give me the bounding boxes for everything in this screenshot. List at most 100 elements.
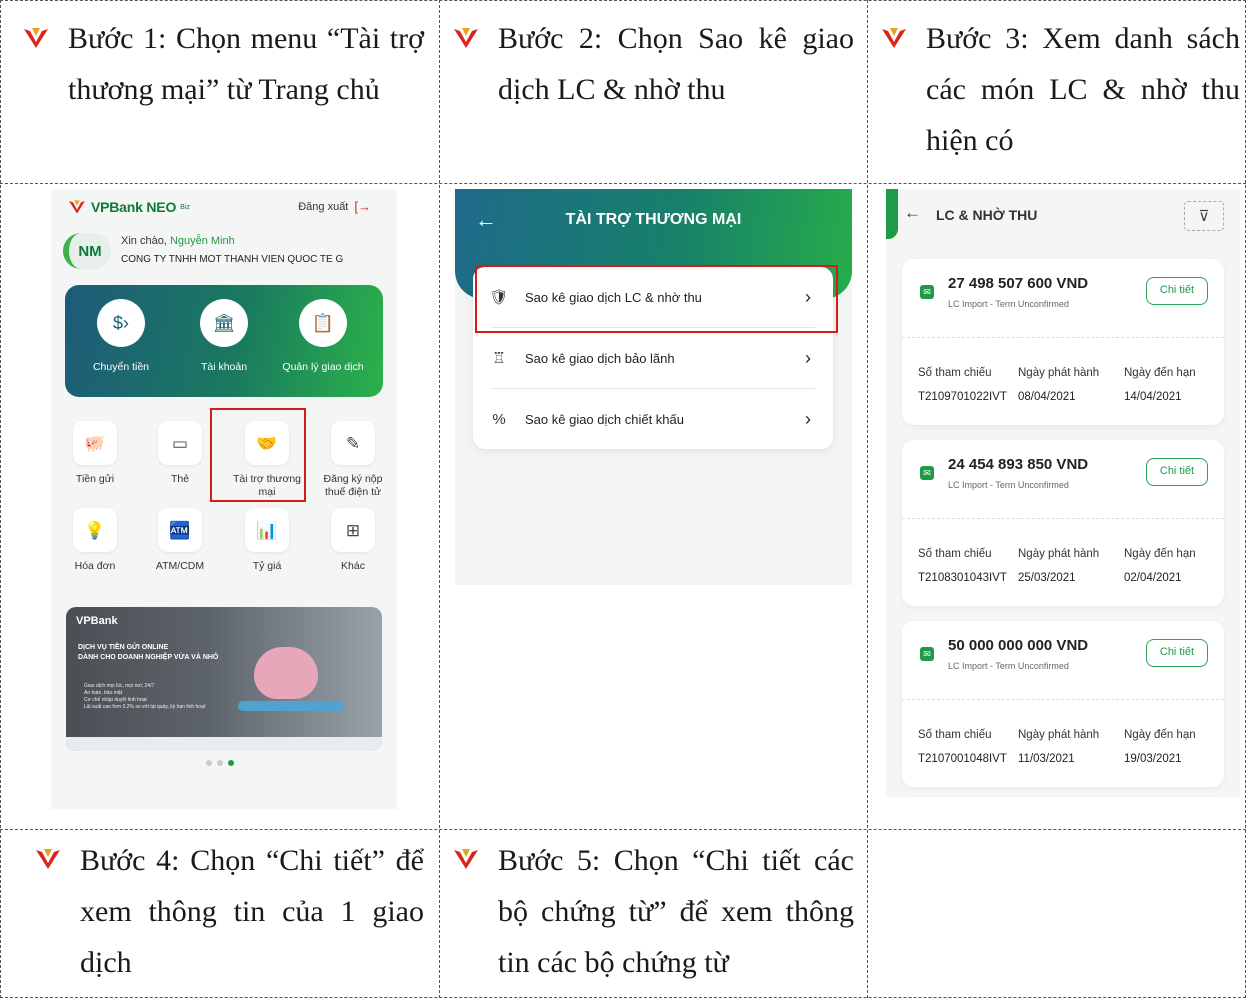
status-text: LC Import - Term Unconfirmed <box>948 299 1069 309</box>
page-title: LC & NHỜ THU <box>936 207 1038 223</box>
bill-label: Hóa đơn <box>74 560 116 572</box>
trade-finance-highlight <box>210 408 306 502</box>
other-label: Khác <box>341 560 365 572</box>
list-item[interactable]: ✉ 24 454 893 850 VND LC Import - Term Un… <box>902 440 1224 606</box>
vpbank-mark-icon <box>36 849 60 869</box>
menu-item-guarantee[interactable]: ♖ Sao kê giao dịch bảo lãnh › <box>473 328 833 388</box>
banner-point: Cơ chế nhập duyệt linh hoạt <box>84 697 147 703</box>
avatar[interactable]: NM <box>63 233 111 269</box>
lc-collection-highlight <box>475 265 838 333</box>
table-border-left <box>0 0 1 998</box>
banner-point: Giao dịch mọi lúc, mọi nơi, 24/7 <box>84 683 155 689</box>
transaction-management-button[interactable]: 📋 Quản lý giao dịch <box>273 299 373 373</box>
menu-item-discount[interactable]: % Sao kê giao dịch chiết khấu › <box>473 389 833 449</box>
clipboard-clock-icon: 📋 <box>299 299 347 347</box>
card-label: Thẻ <box>170 473 190 485</box>
reference-number: T2108301043IVT <box>918 572 1007 584</box>
transfer-button[interactable]: $› Chuyển tiền <box>71 299 171 373</box>
deposit-label: Tiền gửi <box>75 473 115 485</box>
mail-icon: ✉ <box>920 647 934 661</box>
banner-title-line: DÀNH CHO DOANH NGHIỆP VỪA VÀ NHỎ <box>78 654 219 661</box>
greeting-label: Xin chào, <box>121 235 167 247</box>
brand-superscript: Biz <box>180 203 190 211</box>
reference-number: T2107001048IVT <box>918 753 1007 765</box>
divider <box>902 699 1224 700</box>
banner-point: An toàn, bảo mật <box>84 690 123 696</box>
chevron-right-icon: › <box>805 347 811 368</box>
step-1-text: Bước 1: Chọn menu “Tài trợ thương mại” t… <box>68 22 424 106</box>
e-tax-tile[interactable]: ✎ Đăng ký nộp thuế điện tử <box>313 421 393 499</box>
money-transfer-icon: $› <box>97 299 145 347</box>
vpbank-mark-icon <box>69 200 85 214</box>
column-label: Số tham chiếu <box>918 729 992 741</box>
banner-footer <box>66 737 382 751</box>
step-2-text: Bước 2: Chọn Sao kê giao dịch LC & nhờ t… <box>498 22 854 106</box>
header-accent <box>886 189 898 239</box>
detail-button[interactable]: Chi tiết <box>1146 458 1208 486</box>
user-name: Nguyễn Minh <box>169 235 235 247</box>
company-name: CONG TY TNHH MOT THANH VIEN QUOC TE G <box>121 254 344 265</box>
column-label: Ngày đến hạn <box>1124 548 1196 560</box>
chevron-right-icon: › <box>805 408 811 429</box>
bank-icon: 🏛 <box>200 299 248 347</box>
detail-button[interactable]: Chi tiết <box>1146 277 1208 305</box>
vpbank-mark-icon <box>24 28 48 48</box>
logout-label: Đăng xuất <box>298 200 349 213</box>
mail-icon: ✉ <box>920 285 934 299</box>
carousel-dot-active[interactable] <box>228 760 234 766</box>
issue-date: 11/03/2021 <box>1018 753 1075 765</box>
menu-item-label: Sao kê giao dịch bảo lãnh <box>525 350 675 366</box>
mail-icon: ✉ <box>920 466 934 480</box>
logout-button[interactable]: Đăng xuất [→ <box>298 199 371 214</box>
filter-icon[interactable]: ⊽ <box>1184 201 1224 231</box>
divider <box>902 337 1224 338</box>
detail-button[interactable]: Chi tiết <box>1146 639 1208 667</box>
issue-date: 08/04/2021 <box>1018 391 1076 403</box>
carousel-dot[interactable] <box>206 760 212 766</box>
amount: 50 000 000 000 VND <box>948 637 1089 654</box>
due-date: 19/03/2021 <box>1124 753 1182 765</box>
table-col-divider <box>439 0 440 998</box>
logout-icon: [→ <box>354 199 371 214</box>
column-label: Ngày phát hành <box>1018 548 1100 560</box>
divider <box>902 518 1224 519</box>
back-arrow-icon[interactable]: ← <box>904 203 921 223</box>
column-label: Ngày phát hành <box>1018 729 1100 741</box>
carousel-dot[interactable] <box>217 760 223 766</box>
atm-tile[interactable]: 🏧 ATM/CDM <box>140 508 220 573</box>
document-pen-icon: ✎ <box>331 421 375 465</box>
bill-tile[interactable]: 💡 Hóa đơn <box>55 508 135 573</box>
tablet-illustration <box>238 701 344 711</box>
menu-item-label: Sao kê giao dịch chiết khấu <box>525 411 684 427</box>
lightbulb-icon: 💡 <box>73 508 117 552</box>
atm-icon: 🏧 <box>158 508 202 552</box>
exchange-rate-label: Tỷ giá <box>252 560 282 572</box>
status-text: LC Import - Term Unconfirmed <box>948 661 1069 671</box>
status-text: LC Import - Term Unconfirmed <box>948 480 1069 490</box>
other-tile[interactable]: ⊞ Khác <box>313 508 393 573</box>
transfer-label: Chuyển tiền <box>92 361 150 373</box>
list-item[interactable]: ✉ 27 498 507 600 VND LC Import - Term Un… <box>902 259 1224 425</box>
transaction-management-label: Quản lý giao dịch <box>282 361 364 373</box>
table-border-top <box>0 0 1246 1</box>
reference-number: T2109701022IVT <box>918 391 1007 403</box>
card-tile[interactable]: ▭ Thẻ <box>140 421 220 486</box>
list-item[interactable]: ✉ 50 000 000 000 VND LC Import - Term Un… <box>902 621 1224 787</box>
deposit-tile[interactable]: 🐖 Tiền gửi <box>55 421 135 486</box>
atm-label: ATM/CDM <box>155 560 205 572</box>
brand-name: VPBank NEO <box>91 199 177 215</box>
piggy-bank-icon: 🐖 <box>73 421 117 465</box>
due-date: 02/04/2021 <box>1124 572 1182 584</box>
vpbank-mark-icon <box>454 28 478 48</box>
banner-points: Giao dịch mọi lúc, mọi nơi, 24/7 An toàn… <box>84 683 234 711</box>
account-label: Tài khoản <box>200 361 248 373</box>
account-button[interactable]: 🏛 Tài khoản <box>174 299 274 373</box>
vpbank-mark-icon <box>882 28 906 48</box>
carousel-dots[interactable] <box>206 760 234 766</box>
amount: 27 498 507 600 VND <box>948 275 1089 292</box>
column-label: Ngày đến hạn <box>1124 367 1196 379</box>
column-label: Ngày phát hành <box>1018 367 1100 379</box>
column-label: Ngày đến hạn <box>1124 729 1196 741</box>
exchange-rate-tile[interactable]: 📊 Tỷ giá <box>227 508 307 573</box>
promo-banner[interactable]: VPBank DỊCH VỤ TIỀN GỬI ONLINE DÀNH CHO … <box>66 607 382 751</box>
